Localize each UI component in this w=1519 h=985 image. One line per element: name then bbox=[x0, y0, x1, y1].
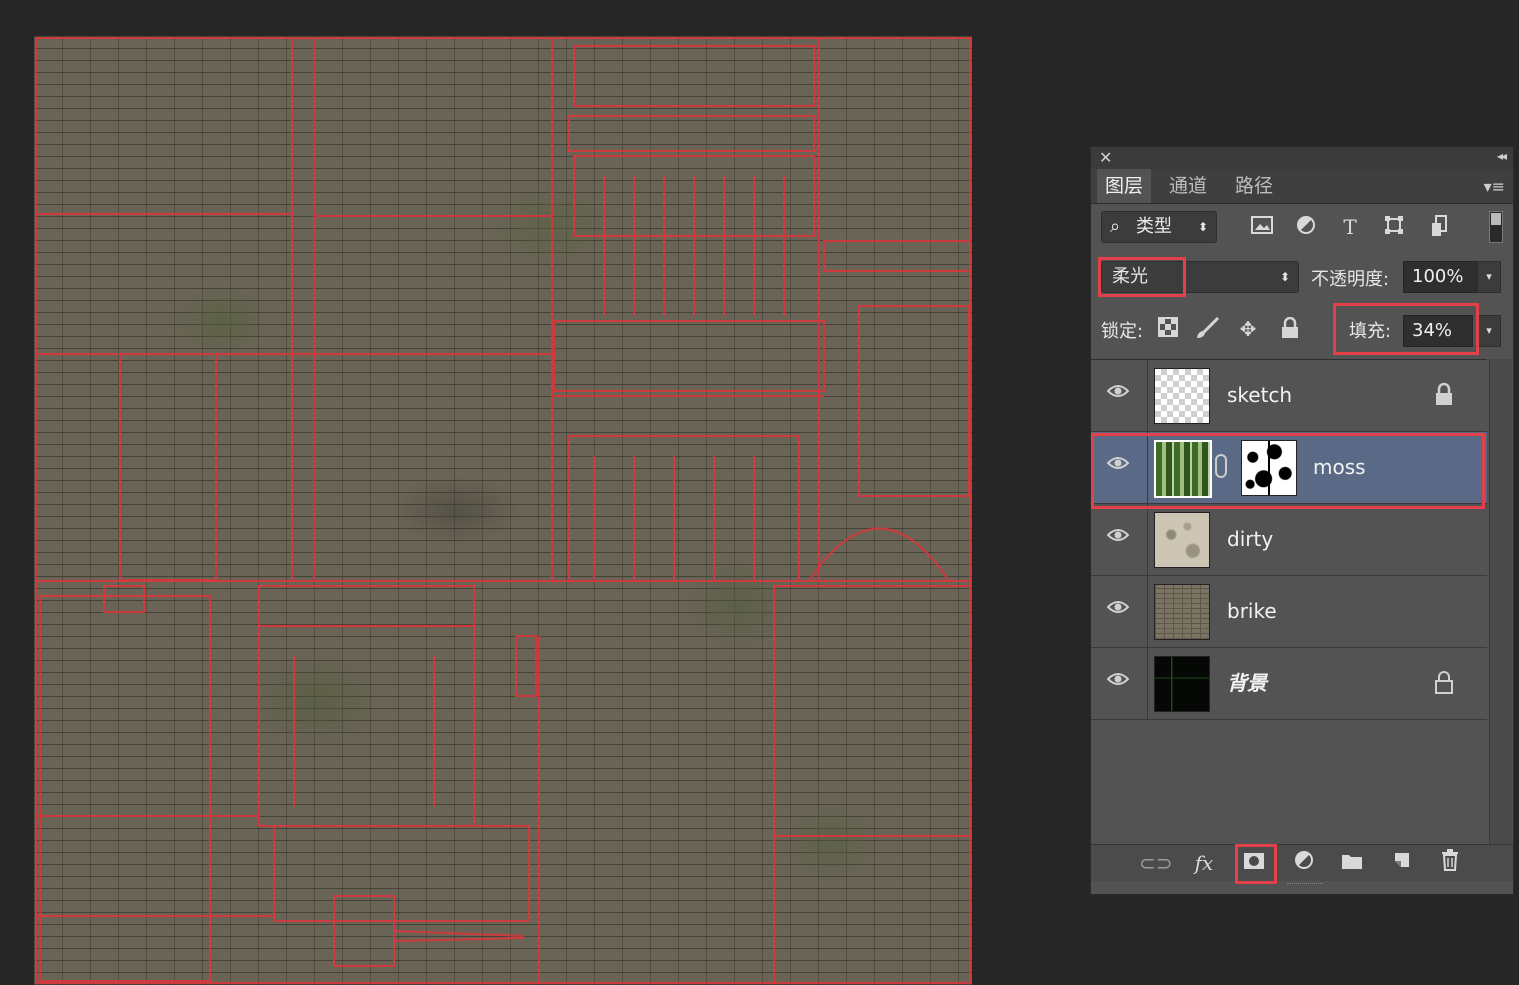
filter-kind-label: 类型 bbox=[1136, 216, 1172, 237]
visibility-toggle[interactable] bbox=[1091, 432, 1148, 503]
layer-name: sketch bbox=[1227, 383, 1293, 407]
opacity-label: 不透明度: bbox=[1311, 269, 1390, 290]
link-layers-icon[interactable]: ⊂⊃ bbox=[1139, 849, 1173, 877]
tab-paths[interactable]: 路径 bbox=[1227, 169, 1281, 203]
layer-name: brike bbox=[1227, 599, 1277, 623]
layer-thumbnail[interactable] bbox=[1154, 440, 1212, 498]
lock-all-icon[interactable] bbox=[1277, 316, 1303, 341]
tab-channels[interactable]: 通道 bbox=[1161, 169, 1215, 203]
shape-filter-icon[interactable] bbox=[1381, 215, 1407, 239]
layer-row-sketch[interactable]: sketch bbox=[1091, 360, 1487, 432]
search-icon: ⌕ bbox=[1110, 216, 1121, 237]
eye-icon bbox=[1107, 385, 1129, 397]
lock-icon bbox=[1436, 382, 1452, 405]
visibility-toggle[interactable] bbox=[1091, 360, 1148, 431]
fx-icon[interactable]: fx bbox=[1189, 849, 1219, 877]
type-filter-icon[interactable]: T bbox=[1337, 215, 1363, 239]
layer-name: 背景 bbox=[1227, 671, 1267, 695]
layer-thumbnail bbox=[1154, 656, 1210, 712]
fill-dropdown-icon[interactable]: ▾ bbox=[1477, 315, 1501, 347]
layers-scrollbar[interactable] bbox=[1489, 359, 1512, 844]
visibility-toggle[interactable] bbox=[1091, 504, 1148, 575]
tab-layers[interactable]: 图层 bbox=[1097, 169, 1152, 203]
layer-thumbnail bbox=[1154, 512, 1210, 568]
layer-thumbnail bbox=[1154, 368, 1210, 424]
lock-transparent-icon[interactable] bbox=[1155, 317, 1181, 341]
smart-object-filter-icon[interactable] bbox=[1427, 215, 1453, 239]
eye-icon bbox=[1107, 601, 1129, 613]
layers-list: sketch moss dirty brike 背景 bbox=[1091, 359, 1487, 845]
layer-row-brike[interactable]: brike bbox=[1091, 576, 1487, 648]
collapse-icon[interactable]: ◂◂ bbox=[1497, 149, 1507, 163]
sketch-guides-overlay bbox=[35, 37, 971, 984]
layer-name: moss bbox=[1313, 455, 1366, 479]
adjustment-layer-icon[interactable] bbox=[1289, 849, 1319, 877]
filter-kind-select[interactable]: ⌕ 类型 ⬍ bbox=[1101, 211, 1217, 243]
lock-icon bbox=[1435, 671, 1453, 694]
new-group-icon[interactable] bbox=[1337, 849, 1367, 877]
updown-arrow-icon: ⬍ bbox=[1197, 220, 1208, 234]
updown-arrow-icon: ⬍ bbox=[1279, 270, 1290, 284]
document-canvas[interactable] bbox=[34, 36, 972, 985]
panel-menu-icon[interactable]: ▾≡ bbox=[1484, 177, 1505, 196]
lock-paint-icon[interactable] bbox=[1195, 316, 1221, 341]
blend-mode-select[interactable]: 柔光 ⬍ bbox=[1101, 261, 1299, 293]
opacity-input[interactable]: 100% bbox=[1403, 261, 1483, 293]
layer-mask-thumbnail[interactable] bbox=[1241, 440, 1297, 496]
lock-row: 锁定: ✥ 填充: 34% ▾ bbox=[1091, 307, 1513, 351]
trash-icon[interactable] bbox=[1435, 849, 1465, 877]
visibility-toggle[interactable] bbox=[1091, 576, 1148, 647]
layer-name: dirty bbox=[1227, 527, 1274, 551]
add-mask-icon[interactable] bbox=[1239, 849, 1269, 877]
layers-panel: ✕ ◂◂ 图层 通道 路径 ▾≡ ⌕ 类型 ⬍ T 柔光 ⬍ 不透明度: 100… bbox=[1090, 146, 1514, 895]
layer-thumbnail bbox=[1154, 584, 1210, 640]
fill-input[interactable]: 34% bbox=[1403, 315, 1473, 347]
opacity-dropdown-icon[interactable]: ▾ bbox=[1477, 261, 1501, 293]
layer-row-moss[interactable]: moss bbox=[1091, 432, 1487, 504]
filter-toggle-switch[interactable] bbox=[1489, 211, 1503, 243]
layer-row-dirty[interactable]: dirty bbox=[1091, 504, 1487, 576]
blend-row: 柔光 ⬍ 不透明度: 100% ▾ bbox=[1091, 255, 1513, 299]
image-filter-icon[interactable] bbox=[1249, 215, 1275, 239]
eye-icon bbox=[1107, 529, 1129, 541]
panel-bottom-bar: ⊂⊃ fx bbox=[1091, 844, 1513, 881]
eye-icon bbox=[1107, 673, 1129, 685]
eye-icon bbox=[1107, 457, 1129, 469]
visibility-toggle[interactable] bbox=[1091, 648, 1148, 719]
fill-label: 填充: bbox=[1349, 321, 1392, 342]
layer-row-background[interactable]: 背景 bbox=[1091, 648, 1487, 720]
panel-titlebar: ✕ ◂◂ bbox=[1091, 147, 1513, 169]
new-layer-icon[interactable] bbox=[1387, 849, 1417, 877]
lock-position-icon[interactable]: ✥ bbox=[1235, 317, 1261, 341]
lock-label: 锁定: bbox=[1101, 321, 1144, 342]
close-icon[interactable]: ✕ bbox=[1099, 148, 1112, 167]
mask-link-icon[interactable] bbox=[1215, 454, 1227, 478]
blend-mode-value: 柔光 bbox=[1112, 266, 1148, 287]
adjustment-filter-icon[interactable] bbox=[1293, 215, 1319, 239]
resize-grip[interactable] bbox=[1287, 883, 1323, 888]
panel-tabs: 图层 通道 路径 ▾≡ bbox=[1091, 169, 1513, 204]
layer-filter-row: ⌕ 类型 ⬍ T bbox=[1091, 205, 1513, 249]
